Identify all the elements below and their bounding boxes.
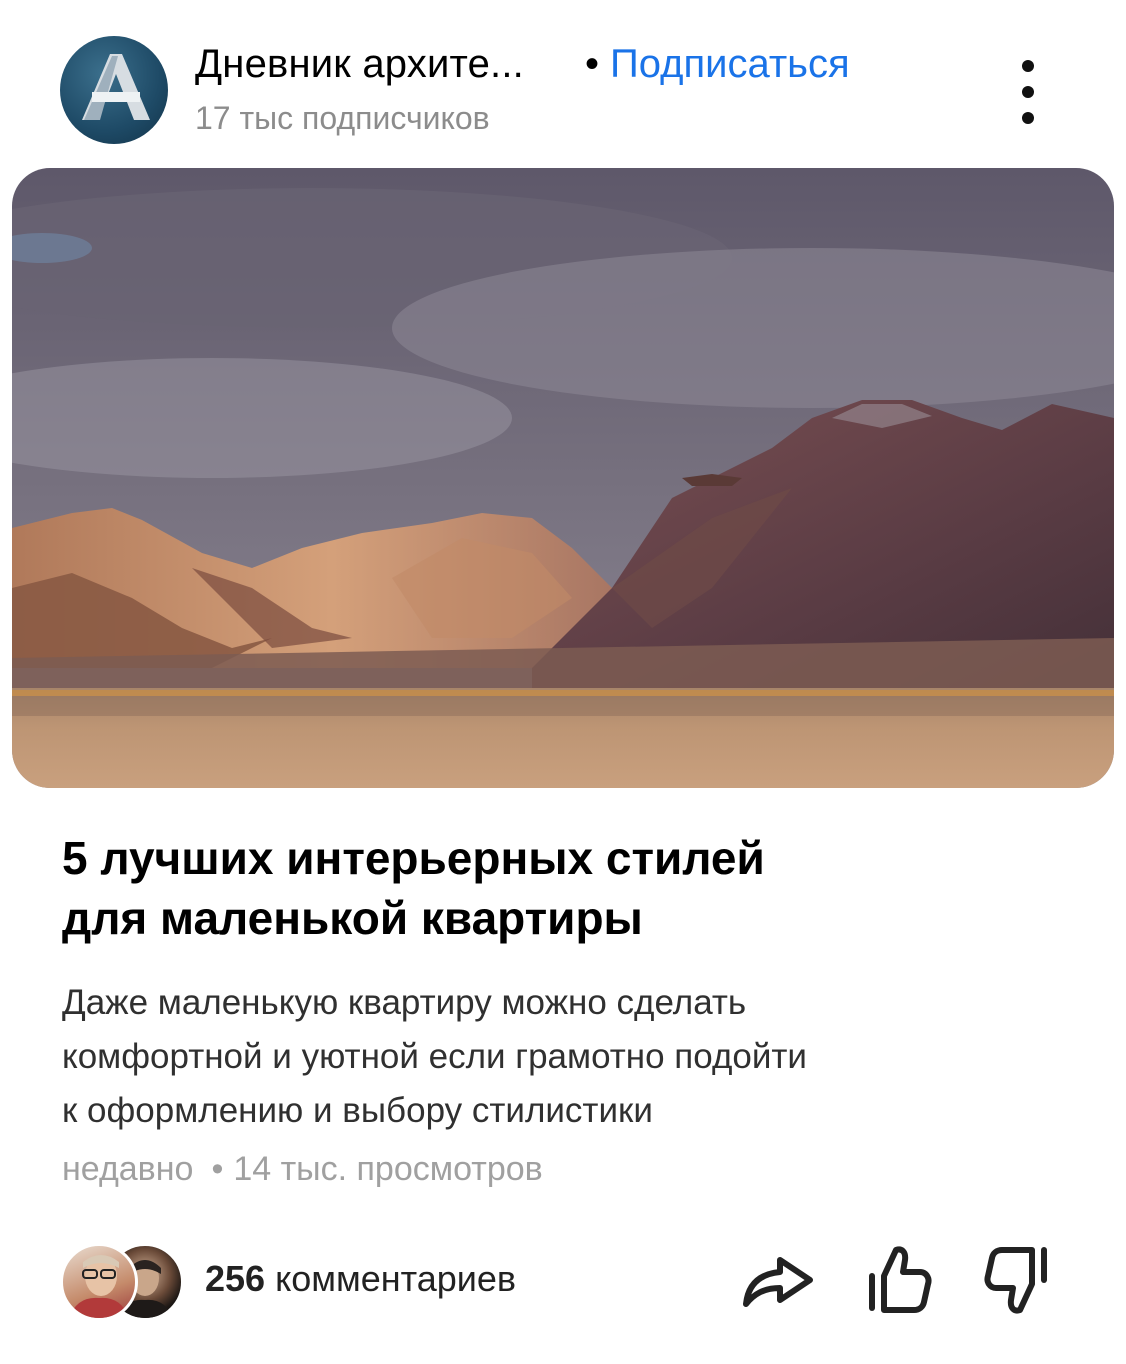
meta-separator: • (211, 1150, 224, 1188)
article-title-line: 5 лучших интерьерных стилей (62, 832, 765, 884)
article-title[interactable]: 5 лучших интерьерных стилей для маленько… (62, 828, 1072, 948)
thumbs-up-icon[interactable] (862, 1240, 942, 1320)
article-meta: недавно • 14 тыс. просмотров (62, 1150, 543, 1189)
share-icon[interactable] (738, 1240, 818, 1320)
header-separator: • (585, 42, 600, 86)
commenter-avatar (60, 1243, 138, 1321)
more-options-icon[interactable] (1006, 52, 1052, 132)
article-title-line: для маленькой квартиры (62, 892, 643, 944)
thumbs-down-icon[interactable] (982, 1240, 1062, 1320)
comments-label: комментариев (275, 1258, 517, 1299)
subscriber-count: 17 тыс подписчиков (195, 100, 490, 136)
commenter-avatars[interactable] (60, 1243, 184, 1321)
article-description-line: комфортной и уютной если грамотно подойт… (62, 1037, 807, 1076)
post-header: A Дневник архите... • Подписаться 17 тыс… (0, 0, 1126, 160)
article-cover-image[interactable] (12, 168, 1114, 788)
subscribe-button[interactable]: Подписаться (610, 42, 850, 87)
article-description-line: Даже маленькую квартиру можно сделать (62, 983, 747, 1022)
article-description-line: к оформлению и выбору стилистики (62, 1091, 653, 1130)
channel-avatar[interactable]: A (60, 36, 168, 144)
views-count: 14 тыс. просмотров (233, 1150, 543, 1188)
comments-count: 256 (205, 1258, 266, 1299)
publish-time: недавно (62, 1150, 194, 1188)
channel-name[interactable]: Дневник архите... (195, 42, 524, 87)
article-description[interactable]: Даже маленькую квартиру можно сделать ко… (62, 976, 1072, 1138)
comments-link[interactable]: 256 комментариев (205, 1258, 516, 1300)
